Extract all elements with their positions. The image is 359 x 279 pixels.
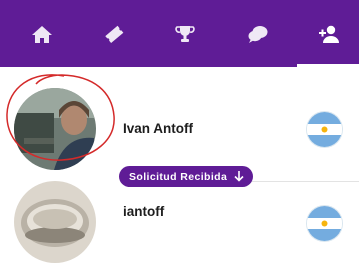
badge-label: Solicitud Recibida bbox=[129, 170, 228, 183]
list-item[interactable]: Ivan Antoff bbox=[0, 72, 359, 182]
avatar bbox=[14, 181, 96, 263]
tab-messages[interactable] bbox=[222, 0, 294, 67]
arrow-down-icon bbox=[234, 171, 244, 182]
tab-tickets[interactable] bbox=[78, 0, 150, 67]
friend-request-badge[interactable]: Solicitud Recibida bbox=[119, 166, 254, 187]
home-icon bbox=[32, 25, 52, 43]
contact-name: iantoff bbox=[123, 204, 165, 219]
argentina-flag-icon bbox=[307, 206, 342, 241]
avatar bbox=[14, 88, 96, 170]
contact-name: Ivan Antoff bbox=[123, 121, 193, 136]
ticket-icon bbox=[105, 25, 124, 43]
list-item[interactable]: iantoff bbox=[0, 175, 359, 279]
tab-trophies[interactable] bbox=[149, 0, 221, 67]
add-user-icon bbox=[319, 25, 339, 43]
tab-home[interactable] bbox=[6, 0, 78, 67]
trophy-icon bbox=[175, 25, 195, 42]
chat-bubbles-icon bbox=[248, 25, 268, 43]
tab-bar bbox=[0, 0, 359, 67]
argentina-flag-icon bbox=[307, 112, 342, 147]
tab-friends[interactable] bbox=[293, 0, 359, 67]
